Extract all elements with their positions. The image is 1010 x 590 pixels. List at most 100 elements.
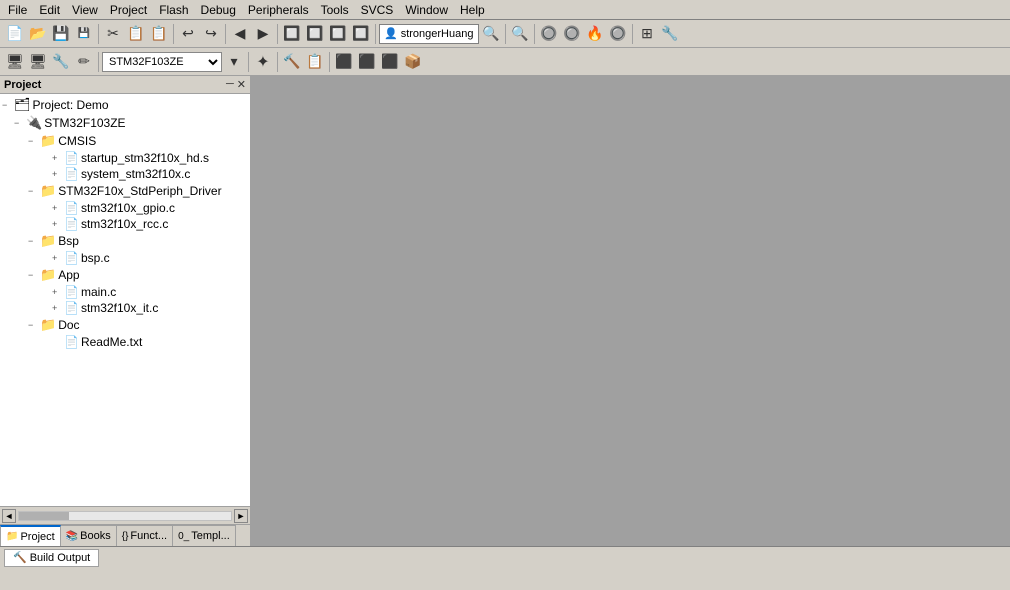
menu-svcs[interactable]: SVCS bbox=[355, 1, 400, 19]
tree-node-stdperiph[interactable]: − 📁 STM32F10x_StdPeriph_Driver bbox=[0, 182, 250, 200]
menu-peripherals[interactable]: Peripherals bbox=[242, 1, 315, 19]
menu-edit[interactable]: Edit bbox=[33, 1, 66, 19]
tree-node-readme[interactable]: 📄 ReadMe.txt bbox=[0, 334, 250, 350]
find-btn[interactable]: 🔲 bbox=[281, 23, 303, 45]
search-btn[interactable]: 🔍 bbox=[509, 23, 531, 45]
menu-help[interactable]: Help bbox=[454, 1, 491, 19]
hscroll-right-btn[interactable]: ► bbox=[234, 509, 248, 523]
tree-node-gpio[interactable]: + 📄 stm32f10x_gpio.c bbox=[0, 200, 250, 216]
tb2-btn1[interactable]: 🖥 bbox=[4, 51, 26, 73]
folder-stdperiph-icon: 📁 bbox=[40, 183, 56, 199]
expand-bsp[interactable]: − bbox=[28, 236, 40, 246]
file-readme-icon: 📄 bbox=[64, 335, 79, 349]
tab-project-icon: 📁 bbox=[6, 531, 18, 542]
tree-node-doc[interactable]: − 📁 Doc bbox=[0, 316, 250, 334]
save-all-btn[interactable]: 💾 bbox=[73, 23, 95, 45]
user-search-btn[interactable]: 🔍 bbox=[480, 23, 502, 45]
tree-node-startup[interactable]: + 📄 startup_stm32f10x_hd.s bbox=[0, 150, 250, 166]
expand-gpio[interactable]: + bbox=[52, 203, 64, 213]
stm32-label: STM32F103ZE bbox=[44, 116, 125, 130]
panel-minimize-icon[interactable]: ─ bbox=[226, 78, 234, 91]
tab-templ-label: Templ... bbox=[191, 530, 230, 542]
tb2-magic-btn[interactable]: ✦ bbox=[252, 51, 274, 73]
expand-it[interactable]: + bbox=[52, 303, 64, 313]
cmsis-label: CMSIS bbox=[58, 134, 96, 148]
tb2-btn4[interactable]: ✏ bbox=[73, 51, 95, 73]
expand-app[interactable]: − bbox=[28, 270, 40, 280]
tb2-down-btn[interactable]: ⬛ bbox=[356, 51, 378, 73]
nav-back-btn[interactable]: ◀ bbox=[229, 23, 251, 45]
menu-project[interactable]: Project bbox=[104, 1, 153, 19]
expand-main[interactable]: + bbox=[52, 287, 64, 297]
tree-node-stm32[interactable]: − 🔌 STM32F103ZE bbox=[0, 114, 250, 132]
menu-tools[interactable]: Tools bbox=[315, 1, 355, 19]
tab-books[interactable]: 📚 Books bbox=[61, 525, 117, 546]
tab-funct[interactable]: {} Funct... bbox=[117, 525, 173, 546]
btn-t3[interactable]: 🔥 bbox=[584, 23, 606, 45]
nav-fwd-btn[interactable]: ▶ bbox=[252, 23, 274, 45]
device-combo[interactable]: STM32F103ZE bbox=[102, 52, 222, 72]
it-label: stm32f10x_it.c bbox=[81, 301, 158, 315]
btn-t4[interactable]: 🔘 bbox=[607, 23, 629, 45]
menu-debug[interactable]: Debug bbox=[195, 1, 242, 19]
expand-stm32[interactable]: − bbox=[14, 118, 26, 128]
tab-templ[interactable]: 0_ Templ... bbox=[173, 525, 236, 546]
file-gpio-icon: 📄 bbox=[64, 201, 79, 215]
find2-btn[interactable]: 🔲 bbox=[304, 23, 326, 45]
save-btn[interactable]: 💾 bbox=[50, 23, 72, 45]
tree-node-it[interactable]: + 📄 stm32f10x_it.c bbox=[0, 300, 250, 316]
panel-close-icon[interactable]: ✕ bbox=[237, 78, 246, 91]
redo-btn[interactable]: ↪ bbox=[200, 23, 222, 45]
tb2-up-btn[interactable]: ⬛ bbox=[379, 51, 401, 73]
btn-t2[interactable]: 🔘 bbox=[561, 23, 583, 45]
tb2-btn2[interactable]: 🖥 bbox=[27, 51, 49, 73]
expand-demo[interactable]: − bbox=[2, 100, 14, 110]
tb2-build-btn[interactable]: 🔨 bbox=[281, 51, 303, 73]
folder-app-icon: 📁 bbox=[40, 267, 56, 283]
expand-doc[interactable]: − bbox=[28, 320, 40, 330]
expand-stdperiph[interactable]: − bbox=[28, 186, 40, 196]
find3-btn[interactable]: 🔲 bbox=[327, 23, 349, 45]
hscroll-left-btn[interactable]: ◄ bbox=[2, 509, 16, 523]
expand-cmsis[interactable]: − bbox=[28, 136, 40, 146]
btn-t5[interactable]: ⊞ bbox=[636, 23, 658, 45]
menu-window[interactable]: Window bbox=[399, 1, 454, 19]
tree-node-cmsis[interactable]: − 📁 CMSIS bbox=[0, 132, 250, 150]
tree-node-bsp[interactable]: − 📁 Bsp bbox=[0, 232, 250, 250]
copy-btn[interactable]: 📋 bbox=[125, 23, 147, 45]
menu-file[interactable]: File bbox=[2, 1, 33, 19]
expand-bspc[interactable]: + bbox=[52, 253, 64, 263]
undo-btn[interactable]: ↩ bbox=[177, 23, 199, 45]
tb2-copy-btn[interactable]: 📋 bbox=[304, 51, 326, 73]
menu-flash[interactable]: Flash bbox=[153, 1, 194, 19]
file-startup-icon: 📄 bbox=[64, 151, 79, 165]
expand-startup[interactable]: + bbox=[52, 153, 64, 163]
tree-node-demo[interactable]: − 🗂 Project: Demo bbox=[0, 96, 250, 114]
project-tree: − 🗂 Project: Demo − 🔌 STM32F103ZE − 📁 CM… bbox=[0, 94, 250, 506]
hscroll-thumb[interactable] bbox=[19, 512, 69, 520]
tb2-pack-btn[interactable]: 📦 bbox=[402, 51, 424, 73]
tree-node-app[interactable]: − 📁 App bbox=[0, 266, 250, 284]
startup-label: startup_stm32f10x_hd.s bbox=[81, 151, 209, 165]
file-it-icon: 📄 bbox=[64, 301, 79, 315]
tab-project[interactable]: 📁 Project bbox=[0, 525, 61, 546]
tree-node-system[interactable]: + 📄 system_stm32f10x.c bbox=[0, 166, 250, 182]
open-btn[interactable]: 📂 bbox=[27, 23, 49, 45]
statusbar-tab-build-output[interactable]: 🔨 Build Output bbox=[4, 549, 99, 567]
new-btn[interactable]: 📄 bbox=[4, 23, 26, 45]
btn-t6[interactable]: 🔧 bbox=[659, 23, 681, 45]
tree-node-bspc[interactable]: + 📄 bsp.c bbox=[0, 250, 250, 266]
find4-btn[interactable]: 🔲 bbox=[350, 23, 372, 45]
tb2-flash-btn[interactable]: ⬛ bbox=[333, 51, 355, 73]
expand-rcc[interactable]: + bbox=[52, 219, 64, 229]
menu-view[interactable]: View bbox=[66, 1, 104, 19]
expand-system[interactable]: + bbox=[52, 169, 64, 179]
tree-node-rcc[interactable]: + 📄 stm32f10x_rcc.c bbox=[0, 216, 250, 232]
btn-t1[interactable]: 🔘 bbox=[538, 23, 560, 45]
device-combo-arrow[interactable]: ▾ bbox=[223, 51, 245, 73]
tb2-btn3[interactable]: 🔧 bbox=[50, 51, 72, 73]
toolbar-sep2 bbox=[173, 24, 174, 44]
cut-btn[interactable]: ✂ bbox=[102, 23, 124, 45]
tree-node-main[interactable]: + 📄 main.c bbox=[0, 284, 250, 300]
paste-btn[interactable]: 📋 bbox=[148, 23, 170, 45]
